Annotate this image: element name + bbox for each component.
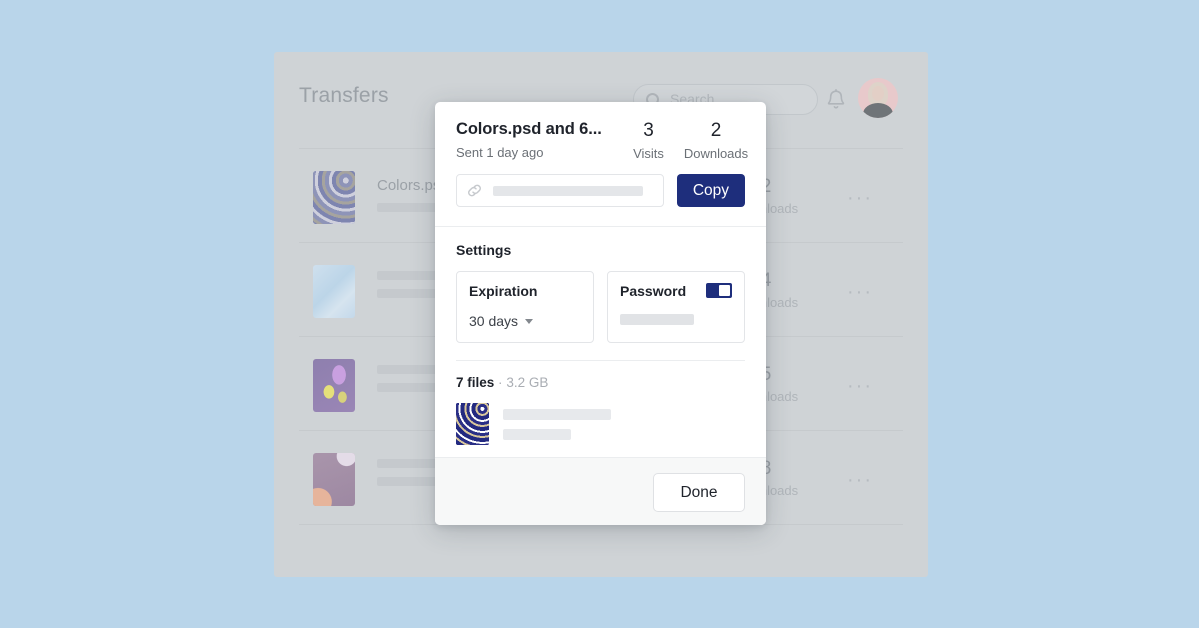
files-count: 7 files xyxy=(456,375,495,390)
password-field[interactable] xyxy=(620,314,694,325)
done-button[interactable]: Done xyxy=(653,473,745,512)
files-divider xyxy=(456,360,745,361)
visits-label: Visits xyxy=(633,146,664,161)
chevron-down-icon xyxy=(525,318,534,324)
modal-scrim: Colors.psd and 6... Sent 1 day ago 3 Vis… xyxy=(0,0,1199,628)
downloads-label: Downloads xyxy=(683,146,749,161)
settings-cards: Expiration 30 days Password xyxy=(456,271,745,343)
copy-button[interactable]: Copy xyxy=(676,174,745,207)
visits-value: 3 xyxy=(643,120,654,141)
file-texts xyxy=(503,408,745,440)
visits-stat: 3 Visits xyxy=(621,119,676,161)
file-meta xyxy=(503,428,571,440)
downloads-value: 2 xyxy=(710,120,722,141)
files-size: 3.2 GB xyxy=(506,375,549,390)
link-icon xyxy=(466,182,483,199)
expiration-card[interactable]: Expiration 30 days xyxy=(456,271,594,343)
list-item[interactable] xyxy=(456,403,745,445)
modal-header: Colors.psd and 6... Sent 1 day ago 3 Vis… xyxy=(435,102,766,174)
share-link-input[interactable] xyxy=(456,174,664,207)
file-thumbnail xyxy=(456,403,489,445)
share-link-row: Copy xyxy=(435,174,766,226)
password-toggle[interactable] xyxy=(706,283,732,298)
toggle-knob xyxy=(719,285,730,296)
share-transfer-modal: Colors.psd and 6... Sent 1 day ago 3 Vis… xyxy=(435,102,766,525)
files-section: 7 files · 3.2 GB xyxy=(435,360,766,445)
downloads-stat: 2 Downloads xyxy=(676,119,756,161)
expiration-label: Expiration xyxy=(469,283,538,299)
password-card[interactable]: Password xyxy=(607,271,745,343)
file-name xyxy=(503,408,611,420)
files-separator: · xyxy=(498,375,503,390)
expiration-value: 30 days xyxy=(469,313,519,329)
share-link-value xyxy=(493,185,643,196)
settings-heading: Settings xyxy=(456,242,512,258)
settings-section: Settings Expiration 30 days Password xyxy=(435,227,766,343)
files-meta: 7 files · 3.2 GB xyxy=(456,375,745,390)
modal-footer: Done xyxy=(435,457,766,525)
expiration-select[interactable]: 30 days xyxy=(469,313,581,329)
